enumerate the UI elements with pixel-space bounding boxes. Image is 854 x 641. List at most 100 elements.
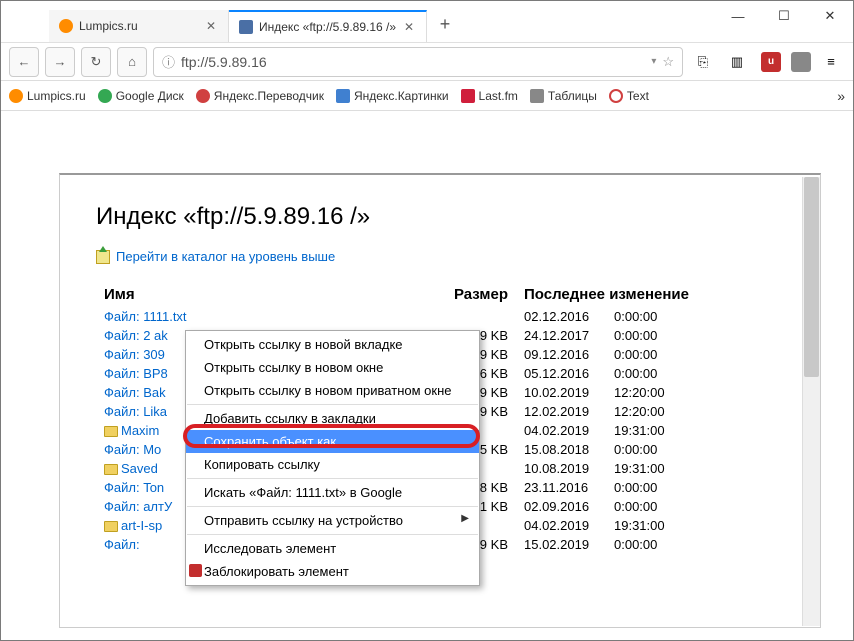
bookmark-icon: [461, 89, 475, 103]
ublock-button[interactable]: u: [757, 48, 785, 76]
menu-item[interactable]: Копировать ссылку: [186, 453, 479, 476]
ublock-icon: [189, 564, 202, 577]
col-size: Размер: [426, 282, 516, 307]
bookmark-text[interactable]: Text: [609, 89, 649, 103]
address-bar[interactable]: ⓘ ▾ ☆: [153, 47, 683, 77]
scroll-thumb[interactable]: [804, 177, 819, 377]
forward-button[interactable]: →: [45, 47, 75, 77]
close-button[interactable]: ✕: [807, 1, 853, 31]
table-row: Файл: 1111.txt 02.12.20160:00:00: [96, 307, 784, 326]
menu-item[interactable]: Искать «Файл: 1111.txt» в Google: [186, 481, 479, 504]
file-date: 24.12.2017: [516, 326, 606, 345]
menu-item[interactable]: Заблокировать элемент: [186, 560, 479, 583]
bookmark-ytranslate[interactable]: Яндекс.Переводчик: [196, 89, 324, 103]
menu-item[interactable]: Исследовать элемент: [186, 537, 479, 560]
library-button[interactable]: ⎘: [689, 48, 717, 76]
bookmark-gdrive[interactable]: Google Диск: [98, 89, 184, 103]
bookmark-icon: [9, 89, 23, 103]
menu-item[interactable]: Открыть ссылку в новом окне: [186, 356, 479, 379]
menu-separator: [187, 404, 478, 405]
folder-icon: [104, 426, 118, 437]
bookmark-icon: [530, 89, 544, 103]
up-link-label: Перейти в каталог на уровень выше: [116, 249, 335, 264]
bookmark-lastfm[interactable]: Last.fm: [461, 89, 518, 103]
bookmarks-bar: Lumpics.ru Google Диск Яндекс.Переводчик…: [1, 81, 853, 111]
bookmark-label: Text: [627, 89, 649, 103]
folder-icon: [104, 464, 118, 475]
file-date: 15.08.2018: [516, 440, 606, 459]
page-title: Индекс «ftp://5.9.89.16 /»: [96, 203, 784, 231]
favicon-icon: [239, 20, 253, 34]
tab-label: Lumpics.ru: [79, 19, 138, 33]
url-input[interactable]: [181, 54, 645, 70]
file-time: 0:00:00: [606, 478, 784, 497]
file-time: 19:31:00: [606, 459, 784, 478]
menu-separator: [187, 478, 478, 479]
bookmark-icon: [98, 89, 112, 103]
file-time: 0:00:00: [606, 440, 784, 459]
file-date: 23.11.2016: [516, 478, 606, 497]
menu-item[interactable]: Открыть ссылку в новом приватном окне: [186, 379, 479, 402]
file-date: 02.12.2016: [516, 307, 606, 326]
file-time: 19:31:00: [606, 516, 784, 535]
bookmark-lumpics[interactable]: Lumpics.ru: [9, 89, 86, 103]
favicon-icon: [59, 19, 73, 33]
close-icon[interactable]: ✕: [402, 20, 416, 34]
menu-separator: [187, 506, 478, 507]
col-name: Имя: [96, 282, 426, 307]
file-time: 19:31:00: [606, 421, 784, 440]
menu-item[interactable]: Добавить ссылку в закладки: [186, 407, 479, 430]
bookmark-icon: [336, 89, 350, 103]
bookmark-label: Таблицы: [548, 89, 597, 103]
up-directory-link[interactable]: Перейти в каталог на уровень выше: [96, 249, 784, 264]
window-titlebar: Lumpics.ru ✕ Индекс «ftp://5.9.89.16 /» …: [1, 1, 853, 43]
info-icon[interactable]: ⓘ: [162, 52, 175, 71]
file-time: 12:20:00: [606, 383, 784, 402]
back-button[interactable]: ←: [9, 47, 39, 77]
bookmarks-overflow[interactable]: »: [837, 88, 845, 104]
vertical-scrollbar[interactable]: [802, 177, 820, 626]
file-date: 10.08.2019: [516, 459, 606, 478]
submenu-arrow-icon: ▶: [461, 513, 469, 524]
file-link[interactable]: Файл: 1111.txt: [96, 307, 426, 326]
up-folder-icon: [96, 250, 110, 264]
menu-item[interactable]: Отправить ссылку на устройство▶: [186, 509, 479, 532]
file-time: 0:00:00: [606, 326, 784, 345]
sidebar-button[interactable]: ▥: [723, 48, 751, 76]
file-date: 02.09.2016: [516, 497, 606, 516]
star-icon[interactable]: ☆: [662, 54, 674, 70]
home-button[interactable]: ⌂: [117, 47, 147, 77]
file-time: 0:00:00: [606, 497, 784, 516]
bookmark-tables[interactable]: Таблицы: [530, 89, 597, 103]
minimize-button[interactable]: —: [715, 1, 761, 31]
menu-separator: [187, 534, 478, 535]
extension-button[interactable]: [791, 52, 811, 72]
menu-item[interactable]: Открыть ссылку в новой вкладке: [186, 333, 479, 356]
menu-button[interactable]: ≡: [817, 48, 845, 76]
tab-strip: Lumpics.ru ✕ Индекс «ftp://5.9.89.16 /» …: [49, 10, 459, 42]
reload-button[interactable]: ↻: [81, 47, 111, 77]
dropdown-icon[interactable]: ▾: [651, 56, 656, 67]
new-tab-button[interactable]: +: [431, 10, 459, 38]
context-menu: Открыть ссылку в новой вкладкеОткрыть сс…: [185, 330, 480, 586]
tab-lumpics[interactable]: Lumpics.ru ✕: [49, 10, 229, 42]
bookmark-label: Last.fm: [479, 89, 518, 103]
file-date: 04.02.2019: [516, 516, 606, 535]
menu-item[interactable]: Сохранить объект как...: [186, 430, 479, 453]
bookmark-icon: [196, 89, 210, 103]
maximize-button[interactable]: ☐: [761, 1, 807, 31]
col-modified: Последнее изменение: [516, 282, 784, 307]
bookmark-yimages[interactable]: Яндекс.Картинки: [336, 89, 449, 103]
file-time: 0:00:00: [606, 535, 784, 554]
bookmark-label: Lumpics.ru: [27, 89, 86, 103]
tab-ftp-index[interactable]: Индекс «ftp://5.9.89.16 /» ✕: [229, 10, 427, 42]
bookmark-label: Google Диск: [116, 89, 184, 103]
file-date: 15.02.2019: [516, 535, 606, 554]
file-size: [426, 307, 516, 326]
file-date: 10.02.2019: [516, 383, 606, 402]
folder-icon: [104, 521, 118, 532]
file-time: 12:20:00: [606, 402, 784, 421]
file-time: 0:00:00: [606, 307, 784, 326]
close-icon[interactable]: ✕: [204, 19, 218, 33]
file-date: 12.02.2019: [516, 402, 606, 421]
